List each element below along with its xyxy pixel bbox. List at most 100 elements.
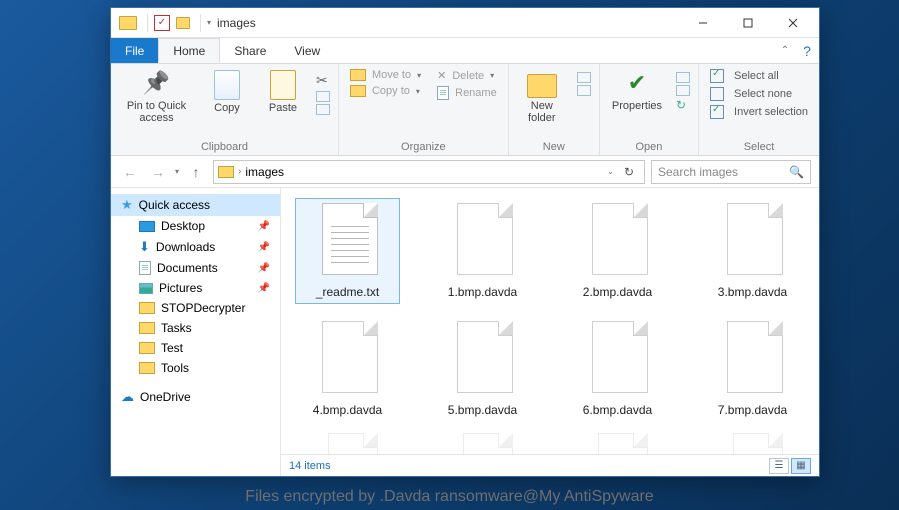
file-item[interactable]: 6.bmp.davda — [565, 316, 670, 422]
tab-view[interactable]: View — [280, 38, 334, 63]
paste-label: Paste — [269, 102, 297, 114]
file-item[interactable] — [295, 428, 400, 454]
file-item[interactable]: 3.bmp.davda — [700, 198, 805, 304]
select-all-button[interactable]: Select all — [707, 68, 782, 84]
delete-icon: ✕ — [437, 69, 446, 82]
open-group-label: Open — [635, 139, 662, 153]
sidebar-item-desktop[interactable]: Desktop📌 — [111, 216, 280, 236]
folder-icon — [139, 362, 155, 374]
qat-separator — [147, 14, 148, 32]
file-item[interactable]: _readme.txt — [295, 198, 400, 304]
new-folder-icon — [527, 74, 557, 98]
window-title: images — [217, 16, 680, 30]
up-button[interactable]: ↑ — [185, 161, 207, 183]
back-button[interactable]: ← — [119, 161, 141, 183]
file-item[interactable]: 4.bmp.davda — [295, 316, 400, 422]
breadcrumb[interactable]: images — [245, 165, 284, 179]
collapse-ribbon-icon[interactable]: ⌃ — [775, 38, 795, 63]
file-pane[interactable]: _readme.txt 1.bmp.davda 2.bmp.davda 3.bm… — [281, 188, 819, 454]
file-item[interactable]: 7.bmp.davda — [700, 316, 805, 422]
file-item[interactable] — [430, 428, 535, 454]
tab-home[interactable]: Home — [158, 38, 220, 63]
rename-button[interactable]: Rename — [434, 85, 500, 101]
new-folder-button[interactable]: New folder — [517, 68, 567, 126]
help-icon[interactable]: ? — [795, 38, 819, 63]
sidebar-item-downloads[interactable]: ⬇Downloads📌 — [111, 236, 280, 258]
history-icon[interactable]: ↻ — [676, 98, 690, 112]
search-icon: 🔍 — [789, 165, 804, 179]
pin-to-quick-access-button[interactable]: Pin to Quick access — [119, 68, 194, 126]
sidebar-item-pictures[interactable]: Pictures📌 — [111, 278, 280, 298]
copy-to-button[interactable]: Copy to▾ — [347, 84, 424, 98]
cut-icon[interactable]: ✂ — [316, 72, 330, 89]
easy-access-icon[interactable] — [577, 85, 591, 96]
folder-icon — [119, 16, 137, 30]
sidebar-item-stopdecrypter[interactable]: STOPDecrypter — [111, 298, 280, 318]
pin-icon: 📌 — [258, 221, 270, 232]
file-item[interactable]: 2.bmp.davda — [565, 198, 670, 304]
copy-label: Copy — [214, 102, 240, 114]
details-view-button[interactable]: ☰ — [769, 458, 789, 474]
properties-button[interactable]: ✔ Properties — [608, 68, 666, 114]
organize-group-label: Organize — [401, 139, 446, 153]
address-bar[interactable]: › images ⌄ ↻ — [213, 160, 645, 184]
search-input[interactable]: Search images 🔍 — [651, 160, 811, 184]
image-caption: Files encrypted by .Davda ransomware@My … — [0, 488, 899, 506]
file-name: _readme.txt — [316, 285, 379, 299]
tab-file[interactable]: File — [111, 38, 158, 63]
file-name: 3.bmp.davda — [718, 285, 787, 299]
new-group-label: New — [543, 139, 565, 153]
status-bar: 14 items ☰ ▦ — [281, 454, 819, 476]
address-dropdown-icon[interactable]: ⌄ — [607, 167, 614, 176]
file-item[interactable]: 1.bmp.davda — [430, 198, 535, 304]
tab-share[interactable]: Share — [220, 38, 280, 63]
pin-icon: 📌 — [258, 242, 270, 253]
pin-icon: 📌 — [258, 263, 270, 274]
sidebar-item-tools[interactable]: Tools — [111, 358, 280, 378]
history-dropdown-icon[interactable]: ▾ — [175, 167, 179, 176]
properties-label: Properties — [612, 100, 662, 112]
sidebar-item-quick-access[interactable]: ★Quick access — [111, 194, 280, 216]
icons-view-button[interactable]: ▦ — [791, 458, 811, 474]
sidebar-item-onedrive[interactable]: ☁OneDrive — [111, 386, 280, 408]
select-all-icon — [710, 69, 724, 83]
invert-selection-button[interactable]: Invert selection — [707, 104, 811, 120]
titlebar[interactable]: ✓ ▾ images — [111, 8, 819, 38]
paste-button[interactable]: Paste — [260, 68, 306, 116]
item-count: 14 items — [289, 460, 331, 472]
desktop-icon — [139, 221, 155, 232]
qat-separator — [200, 14, 201, 32]
sidebar-item-documents[interactable]: Documents📌 — [111, 258, 280, 278]
open-icon[interactable] — [676, 72, 690, 83]
file-item[interactable] — [700, 428, 805, 454]
ribbon-group-organize: Move to▾ Copy to▾ ✕Delete▾ Rename Organi… — [339, 64, 509, 155]
navigation-sidebar[interactable]: ★Quick access Desktop📌 ⬇Downloads📌 Docum… — [111, 188, 281, 476]
copy-button[interactable]: Copy — [204, 68, 250, 116]
qat-dropdown-icon[interactable]: ▾ — [207, 18, 211, 27]
sidebar-item-test[interactable]: Test — [111, 338, 280, 358]
sidebar-item-tasks[interactable]: Tasks — [111, 318, 280, 338]
maximize-button[interactable] — [725, 8, 770, 38]
search-placeholder: Search images — [658, 165, 738, 179]
move-to-button[interactable]: Move to▾ — [347, 68, 424, 82]
select-none-button[interactable]: Select none — [707, 86, 795, 102]
new-folder-label: New folder — [521, 100, 563, 124]
paste-shortcut-icon[interactable] — [316, 104, 330, 115]
refresh-icon[interactable]: ↻ — [618, 165, 640, 179]
navigation-bar: ← → ▾ ↑ › images ⌄ ↻ Search images 🔍 — [111, 156, 819, 188]
edit-icon[interactable] — [676, 85, 690, 96]
file-item[interactable] — [565, 428, 670, 454]
ribbon-group-new: New folder New — [509, 64, 600, 155]
invert-selection-icon — [710, 105, 724, 119]
new-item-icon[interactable] — [577, 72, 591, 83]
close-button[interactable] — [770, 8, 815, 38]
properties-qat-icon[interactable]: ✓ — [154, 15, 170, 31]
delete-button[interactable]: ✕Delete▾ — [434, 68, 500, 83]
ribbon-tabs: File Home Share View ⌃ ? — [111, 38, 819, 64]
copy-path-icon[interactable] — [316, 91, 330, 102]
forward-button[interactable]: → — [147, 161, 169, 183]
minimize-button[interactable] — [680, 8, 725, 38]
documents-icon — [139, 261, 151, 275]
file-item[interactable]: 5.bmp.davda — [430, 316, 535, 422]
pin-icon: 📌 — [258, 283, 270, 294]
